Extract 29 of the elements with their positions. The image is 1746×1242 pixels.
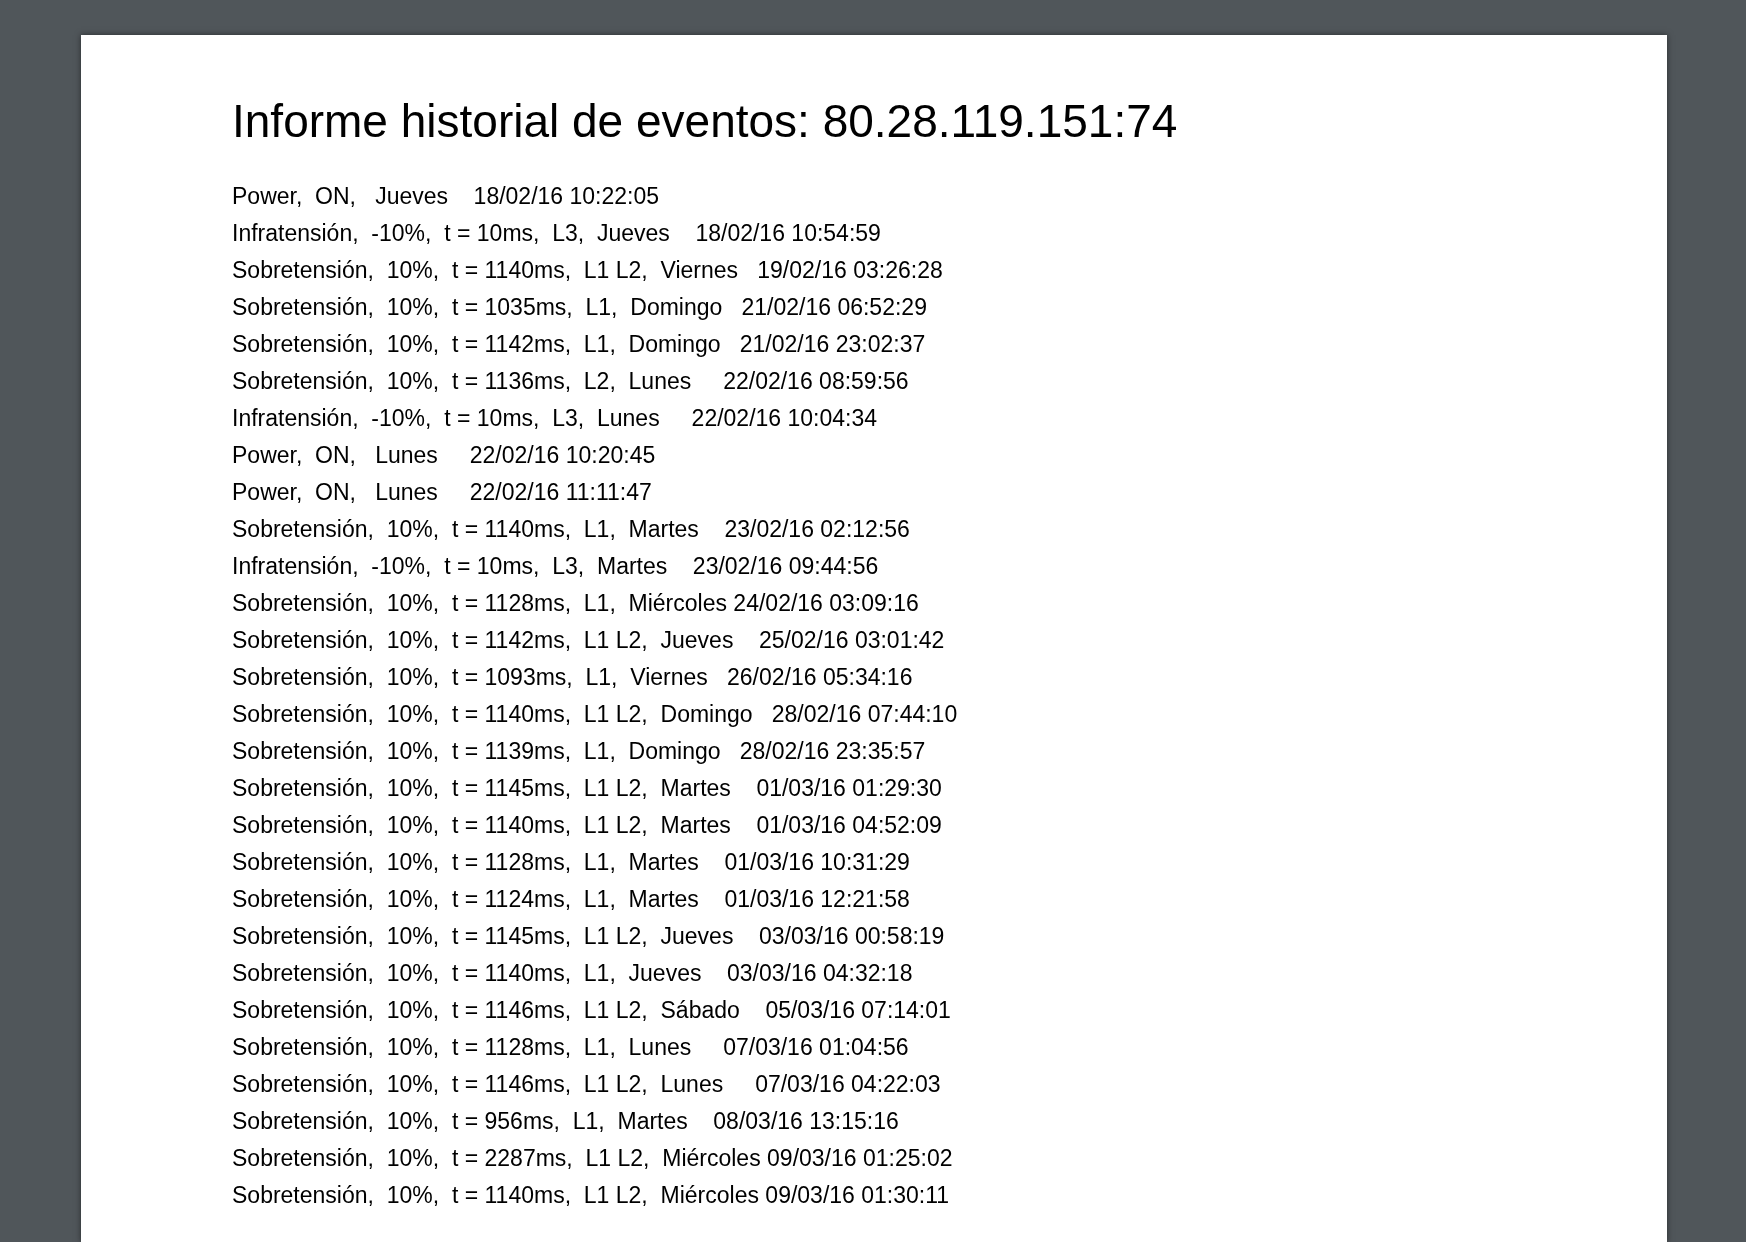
event-line: Sobretensión, 10%, t = 1145ms, L1 L2, Martes 01/03/16 01:29:30 [232,774,942,803]
event-line: Infratensión, -10%, t = 10ms, L3, Jueves 18/02/16 10:54:59 [232,219,881,248]
event-line: Sobretensión, 10%, t = 1140ms, L1 L2, Miércoles 09/03/16 01:30:11 [232,1181,950,1210]
event-line: Power, ON, Lunes 22/02/16 11:11:47 [232,478,652,507]
event-line: Power, ON, Lunes 22/02/16 10:20:45 [232,441,656,470]
event-line: Sobretensión, 10%, t = 1142ms, L1 L2, Jueves 25/02/16 03:01:42 [232,626,945,655]
event-line: Infratensión, -10%, t = 10ms, L3, Lunes 22/02/16 10:04:34 [232,404,878,433]
event-line: Sobretensión, 10%, t = 1136ms, L2, Lunes 22/02/16 08:59:56 [232,367,909,396]
event-line: Sobretensión, 10%, t = 1128ms, L1, Martes 01/03/16 10:31:29 [232,848,910,877]
event-line: Sobretensión, 10%, t = 1140ms, L1 L2, Martes 01/03/16 04:52:09 [232,811,942,840]
event-line: Sobretensión, 10%, t = 1139ms, L1, Domingo 28/02/16 23:35:57 [232,737,926,766]
report-title: Informe historial de eventos: 80.28.119.151:74 [232,95,1179,148]
event-line: Sobretensión, 10%, t = 1128ms, L1, Miércoles 24/02/16 03:09:16 [232,589,919,618]
event-line: Sobretensión, 10%, t = 1140ms, L1, Jueves 03/03/16 04:32:18 [232,959,913,988]
event-line: Sobretensión, 10%, t = 1140ms, L1 L2, Viernes 19/02/16 03:26:28 [232,256,943,285]
event-line: Sobretensión, 10%, t = 1140ms, L1 L2, Domingo 28/02/16 07:44:10 [232,700,958,729]
event-line: Sobretensión, 10%, t = 1145ms, L1 L2, Jueves 03/03/16 00:58:19 [232,922,945,951]
event-line: Sobretensión, 10%, t = 1093ms, L1, Viernes 26/02/16 05:34:16 [232,663,913,692]
event-line: Sobretensión, 10%, t = 1124ms, L1, Martes 01/03/16 12:21:58 [232,885,910,914]
event-line: Sobretensión, 10%, t = 1146ms, L1 L2, Sábado 05/03/16 07:14:01 [232,996,951,1025]
event-line: Sobretensión, 10%, t = 1142ms, L1, Domingo 21/02/16 23:02:37 [232,330,926,359]
event-line: Infratensión, -10%, t = 10ms, L3, Martes 23/02/16 09:44:56 [232,552,879,581]
event-line: Power, ON, Jueves 18/02/16 10:22:05 [232,182,660,211]
event-line: Sobretensión, 10%, t = 1128ms, L1, Lunes 07/03/16 01:04:56 [232,1033,909,1062]
event-line: Sobretensión, 10%, t = 1035ms, L1, Domingo 21/02/16 06:52:29 [232,293,927,322]
event-line: Sobretensión, 10%, t = 1140ms, L1, Martes 23/02/16 02:12:56 [232,515,910,544]
event-line: Sobretensión, 10%, t = 2287ms, L1 L2, Miércoles 09/03/16 01:25:02 [232,1144,953,1173]
event-line: Sobretensión, 10%, t = 1146ms, L1 L2, Lunes 07/03/16 04:22:03 [232,1070,941,1099]
event-line: Sobretensión, 10%, t = 956ms, L1, Martes 08/03/16 13:15:16 [232,1107,899,1136]
